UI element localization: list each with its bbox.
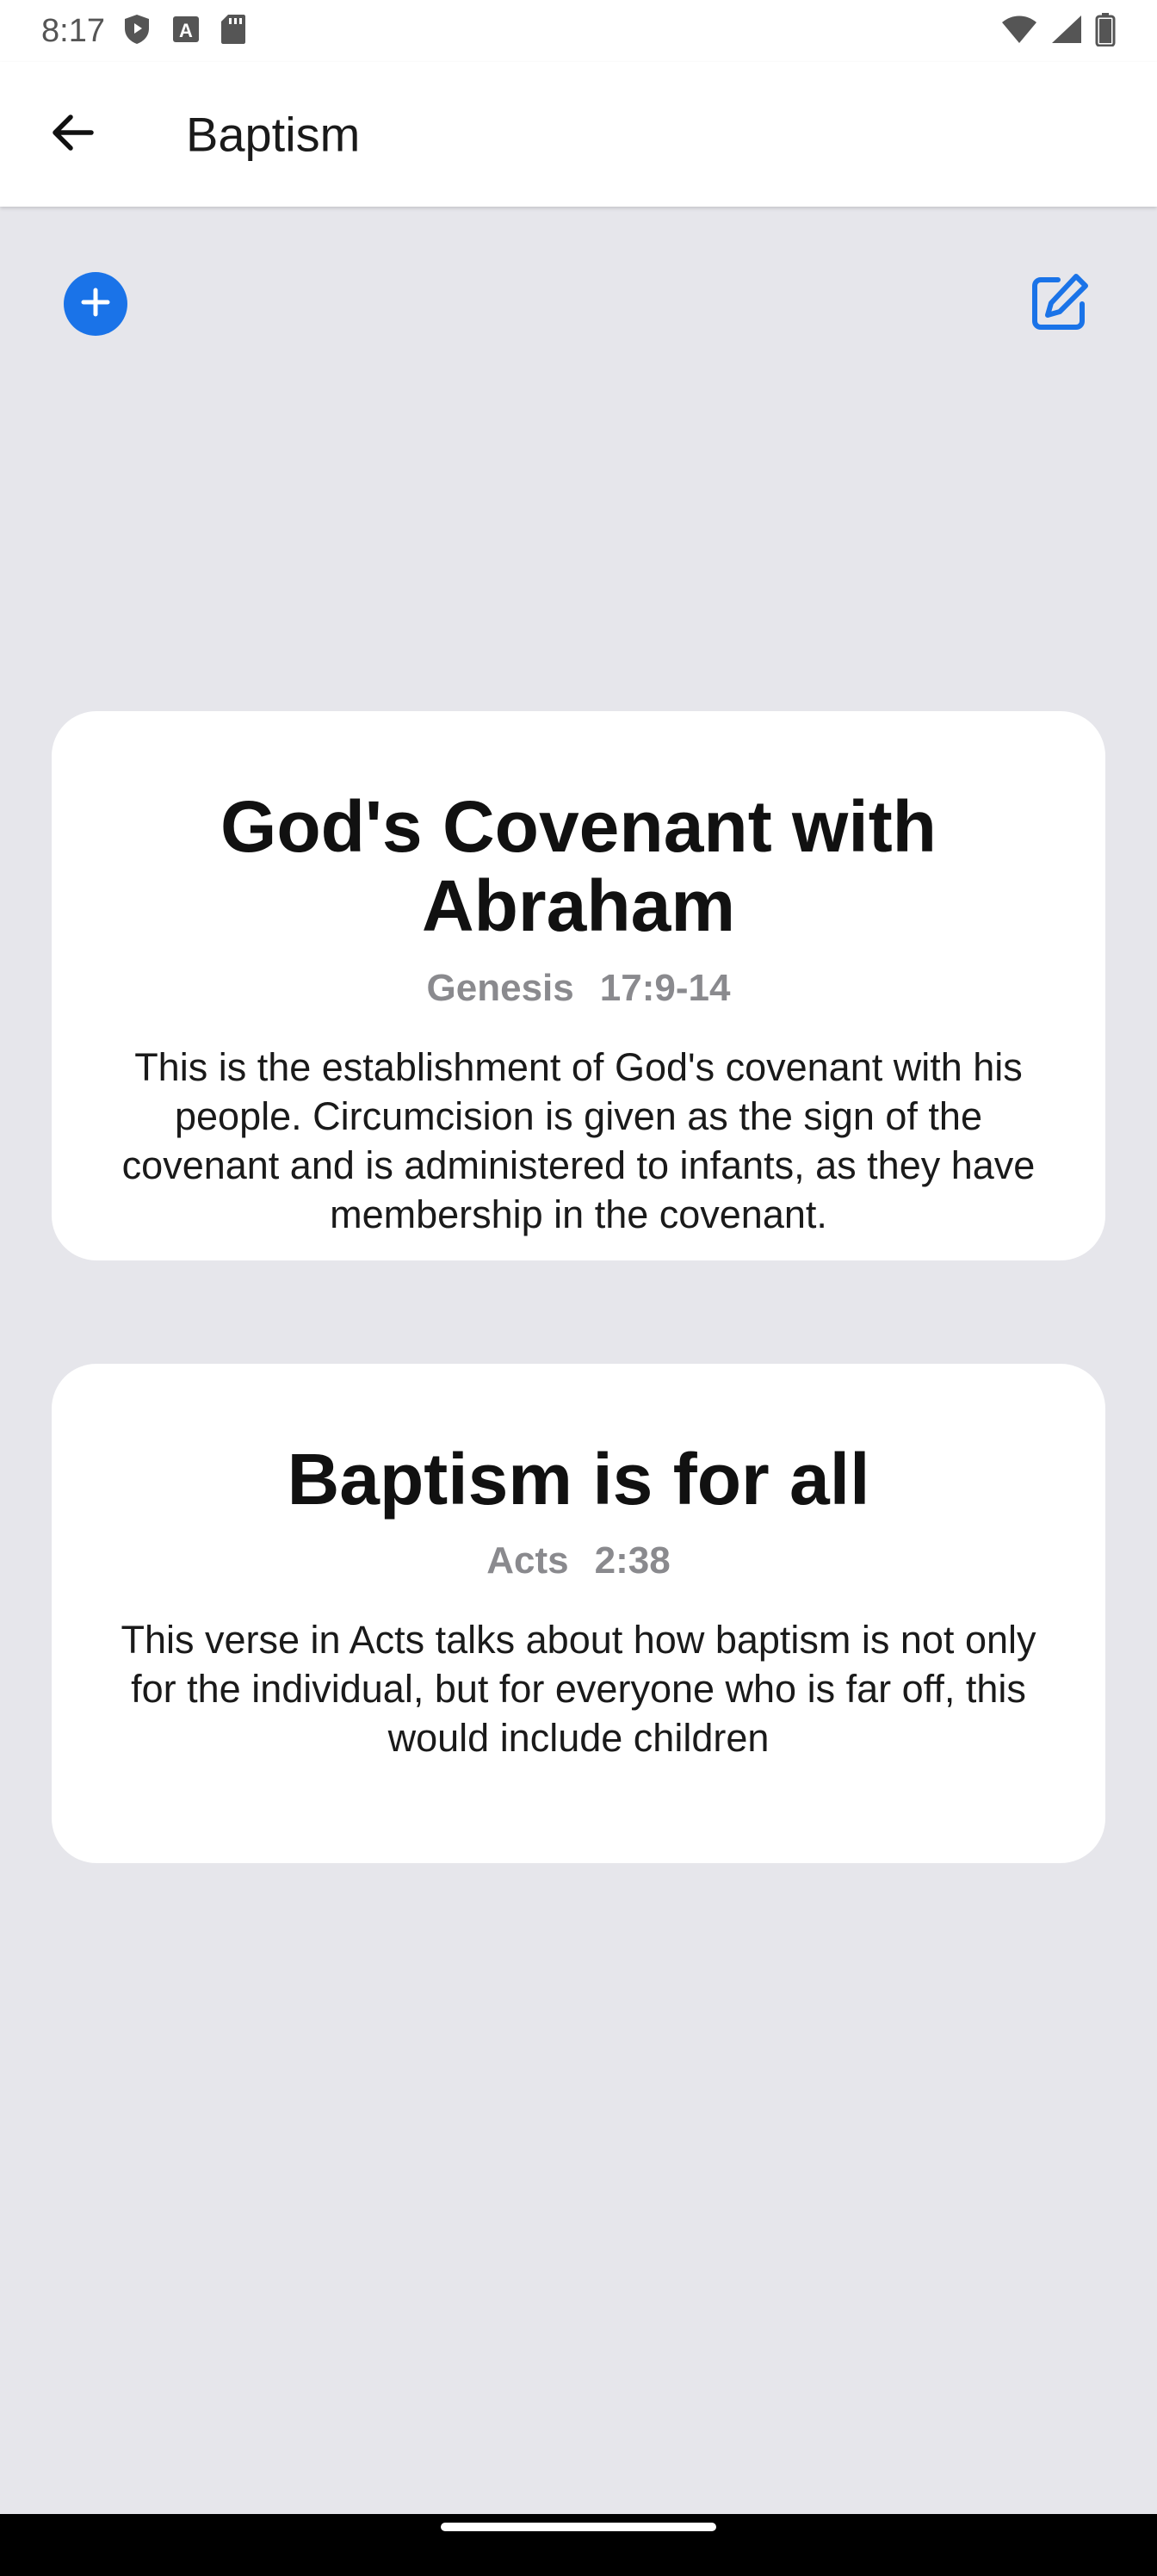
app-bar: Baptism [0,62,1157,207]
card-verse: 17:9-14 [599,966,731,1009]
card-reference: Acts 2:38 [103,1539,1054,1582]
plus-circle-icon [77,283,114,325]
card-title: God's Covenant with Abraham [220,786,937,947]
edit-button[interactable] [1024,269,1095,339]
page-title: Baptism [186,107,361,162]
edit-icon [1029,271,1091,337]
wifi-icon [1000,14,1038,49]
status-left-icons: A [122,13,246,50]
card-description: This is the establishment of God's coven… [121,1044,1036,1236]
status-time: 8:17 [41,12,105,49]
signal-icon [1050,14,1083,49]
card-description: This verse in Acts talks about how bapti… [121,1618,1036,1761]
home-indicator[interactable] [441,2523,716,2531]
card-book: Genesis [426,966,574,1009]
battery-icon [1095,12,1116,51]
text-icon: A [172,15,200,47]
arrow-left-icon [48,108,96,161]
back-button[interactable] [41,103,103,165]
shield-icon [122,13,152,50]
add-button[interactable] [64,272,127,336]
status-right-icons [1000,12,1116,51]
status-bar: 8:17 A [0,0,1157,62]
verse-card[interactable]: God's Covenant with Abraham Genesis 17:9-… [52,711,1105,1260]
sd-card-icon [220,14,246,49]
card-title: Baptism is for all [287,1439,870,1520]
card-verse: 2:38 [594,1539,671,1582]
card-reference: Genesis 17:9-14 [103,967,1054,1010]
svg-text:A: A [179,20,193,41]
card-book: Acts [486,1539,569,1582]
verse-card[interactable]: Baptism is for all Acts 2:38 This verse i… [52,1364,1105,1863]
